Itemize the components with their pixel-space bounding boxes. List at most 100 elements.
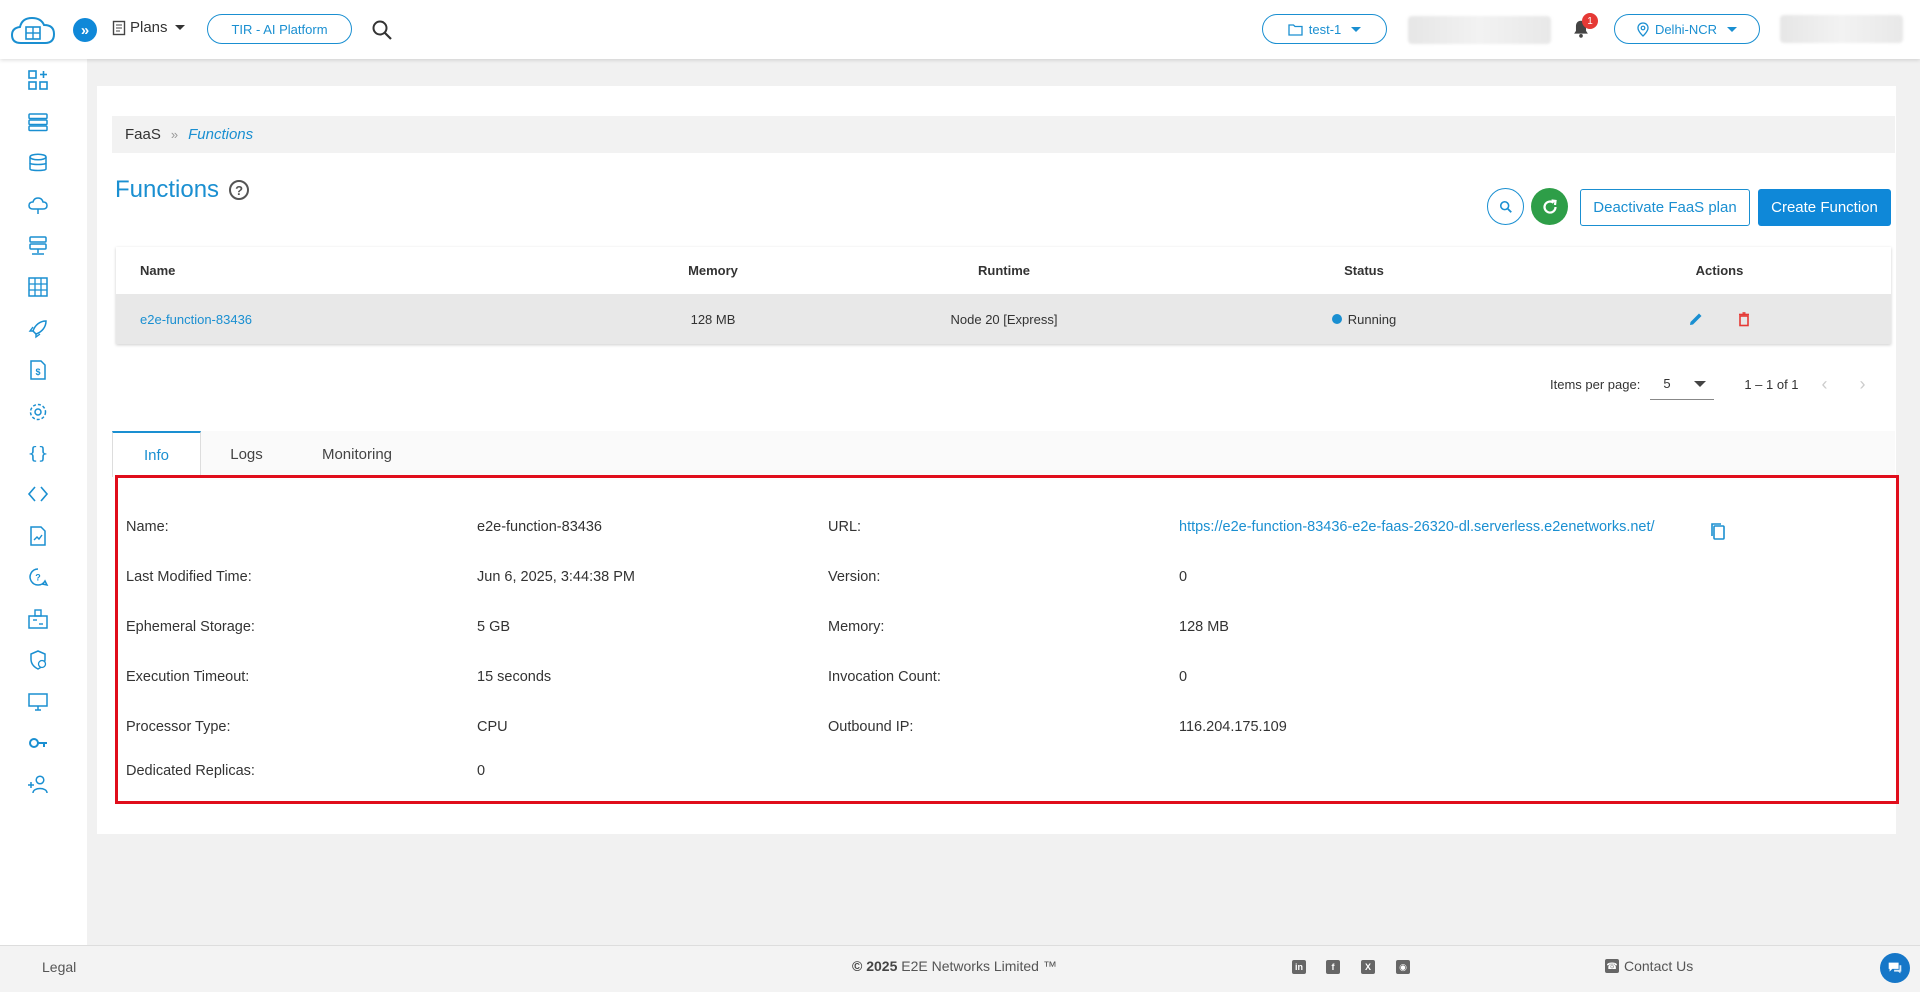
grid-table-icon[interactable] <box>26 275 50 299</box>
curly-braces-icon[interactable]: {} <box>26 441 50 465</box>
add-user-icon[interactable] <box>26 772 50 796</box>
top-bar: » Plans TIR - AI Platform test-1 1 Delhi… <box>0 0 1920 59</box>
info-label-version: Version: <box>828 569 881 585</box>
info-label-last-modified: Last Modified Time: <box>126 569 252 585</box>
function-runtime-cell: Node 20 [Express] <box>950 311 1058 327</box>
table-row[interactable]: e2e-function-83436 128 MB Node 20 [Expre… <box>116 294 1891 344</box>
network-servers-icon[interactable] <box>26 234 50 258</box>
items-per-page-select[interactable]: 5 <box>1650 368 1715 400</box>
copyright-year: © 2025 <box>852 958 898 974</box>
legal-link[interactable]: Legal <box>42 959 76 975</box>
row-actions <box>1548 311 1891 327</box>
facebook-icon[interactable]: f <box>1326 960 1340 974</box>
project-label: test-1 <box>1308 21 1342 37</box>
tab-logs[interactable]: Logs <box>209 431 284 477</box>
column-header-memory[interactable]: Memory <box>598 263 828 278</box>
svg-text:$: $ <box>35 367 40 377</box>
linkedin-icon[interactable]: in <box>1292 960 1306 974</box>
svg-text:{}: {} <box>28 444 48 464</box>
plans-label: Plans <box>130 19 168 36</box>
column-header-runtime[interactable]: Runtime <box>828 263 1180 278</box>
tab-info[interactable]: Info <box>112 431 201 477</box>
marketplace-icon[interactable] <box>26 607 50 631</box>
delete-trash-icon[interactable] <box>1736 311 1752 327</box>
column-header-name[interactable]: Name <box>116 263 598 278</box>
contact-us-link[interactable]: ☎ Contact Us <box>1605 958 1693 974</box>
location-pin-icon <box>1637 21 1649 37</box>
info-value-outbound-ip: 116.204.175.109 <box>1179 719 1287 735</box>
expand-sidebar-button[interactable]: » <box>73 18 97 42</box>
x-twitter-icon[interactable]: X <box>1361 960 1375 974</box>
info-value-url-link[interactable]: https://e2e-function-83436-e2e-faas-2632… <box>1179 519 1655 535</box>
page-title-group: Functions ? <box>115 176 250 204</box>
info-label-memory: Memory: <box>828 619 885 635</box>
details-tabs: Info Logs Monitoring <box>112 431 1895 477</box>
file-chart-icon[interactable] <box>26 524 50 548</box>
contact-us-label: Contact Us <box>1624 958 1694 974</box>
redacted-user-profile[interactable] <box>1780 15 1903 43</box>
column-header-actions: Actions <box>1695 263 1744 278</box>
code-brackets-icon[interactable] <box>26 482 50 506</box>
key-icon[interactable] <box>26 731 50 755</box>
paginator: Items per page: 5 1 – 1 of 1 ‹ › <box>1550 368 1875 400</box>
global-search-icon[interactable] <box>370 18 394 42</box>
region-label: Delhi-NCR <box>1654 21 1718 37</box>
security-shield-icon[interactable] <box>26 648 50 672</box>
page-title: Functions <box>115 176 220 203</box>
info-value-memory: 128 MB <box>1179 619 1229 635</box>
info-value-processor-type: CPU <box>477 719 508 735</box>
caret-down-icon <box>174 25 185 30</box>
info-label-outbound-ip: Outbound IP: <box>828 719 914 735</box>
refresh-button[interactable] <box>1531 188 1568 225</box>
items-per-page-value: 5 <box>1663 376 1671 391</box>
settings-gear-icon[interactable] <box>26 400 50 424</box>
search-functions-button[interactable] <box>1487 188 1524 225</box>
tir-ai-platform-button[interactable]: TIR - AI Platform <box>207 14 352 44</box>
next-page-chevron-right-icon[interactable]: › <box>1851 372 1875 396</box>
folder-icon <box>1288 23 1303 36</box>
tir-label: TIR - AI Platform <box>231 21 328 37</box>
cloud-upload-icon[interactable] <box>26 193 50 217</box>
copy-url-icon[interactable] <box>1708 521 1728 541</box>
phone-icon: ☎ <box>1605 959 1619 973</box>
status-text: Running <box>1347 311 1397 327</box>
search-icon <box>1499 200 1512 213</box>
tab-monitoring[interactable]: Monitoring <box>298 431 416 477</box>
company-name: E2E Networks Limited ™ <box>901 958 1057 974</box>
table-header-row: Name Memory Runtime Status Actions <box>116 247 1891 294</box>
sidebar: $ {} ? <box>0 59 87 945</box>
region-selector[interactable]: Delhi-NCR <box>1614 14 1760 44</box>
project-selector[interactable]: test-1 <box>1262 14 1387 44</box>
function-name-link[interactable]: e2e-function-83436 <box>140 312 252 327</box>
notification-count-badge: 1 <box>1582 13 1598 29</box>
dashboard-add-icon[interactable] <box>26 68 50 92</box>
breadcrumb-faas-link[interactable]: FaaS <box>125 126 161 143</box>
info-label-execution-timeout: Execution Timeout: <box>126 669 250 685</box>
previous-page-chevron-left-icon[interactable]: ‹ <box>1813 372 1837 396</box>
info-label-ephemeral-storage: Ephemeral Storage: <box>126 619 255 635</box>
function-info-panel: Name: e2e-function-83436 URL: https://e2… <box>115 475 1899 804</box>
billing-icon[interactable]: $ <box>26 358 50 382</box>
create-function-button[interactable]: Create Function <box>1758 189 1891 226</box>
monitor-icon[interactable] <box>26 690 50 714</box>
e2e-cloud-logo-icon[interactable] <box>9 13 57 49</box>
rss-feed-icon[interactable]: ◉ <box>1396 960 1410 974</box>
column-header-status[interactable]: Status <box>1180 263 1548 278</box>
support-chat-icon[interactable]: ? <box>26 565 50 589</box>
help-question-icon[interactable]: ? <box>229 180 250 200</box>
rocket-icon[interactable] <box>26 317 50 341</box>
info-label-invocation-count: Invocation Count: <box>828 669 941 685</box>
copyright-text: © 2025 E2E Networks Limited ™ <box>852 958 1057 974</box>
footer: Legal © 2025 E2E Networks Limited ™ in f… <box>0 945 1920 992</box>
info-label-url: URL: <box>828 519 862 535</box>
double-chevron-right-icon: » <box>80 21 90 39</box>
page-range-text: 1 – 1 of 1 <box>1744 376 1799 392</box>
deactivate-faas-plan-button[interactable]: Deactivate FaaS plan <box>1580 189 1750 226</box>
breadcrumb-current: Functions <box>188 126 254 143</box>
database-icon[interactable] <box>26 151 50 175</box>
plans-menu[interactable]: Plans <box>111 19 185 36</box>
live-chat-icon[interactable] <box>1880 953 1910 983</box>
servers-icon[interactable] <box>26 110 50 134</box>
info-label-name: Name: <box>126 519 169 535</box>
edit-pencil-icon[interactable] <box>1688 311 1704 327</box>
